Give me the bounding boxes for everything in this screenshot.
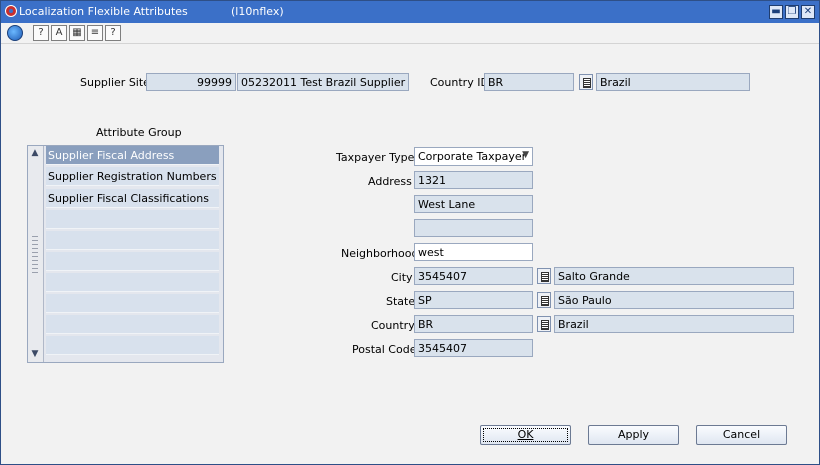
state-name-field: São Paulo: [554, 291, 794, 309]
chevron-down-icon: ▼: [522, 150, 529, 160]
taxpayer-type-value: Corporate Taxpayer: [418, 150, 527, 163]
ok-button-label: OK: [517, 428, 534, 441]
list-item[interactable]: [46, 294, 219, 313]
country-code-lov-icon[interactable]: [537, 316, 551, 332]
list-item[interactable]: Supplier Fiscal Classifications: [46, 189, 219, 208]
calendar-icon[interactable]: ▦: [69, 25, 85, 41]
postal-code-label: Postal Code: [352, 343, 417, 356]
state-label: State: [386, 295, 416, 308]
supplier-site-id-field[interactable]: 99999: [146, 73, 236, 91]
spell-icon[interactable]: A: [51, 25, 67, 41]
list-item[interactable]: [46, 273, 219, 292]
scroll-down-icon[interactable]: ▼: [30, 350, 40, 359]
oracle-app-icon: [5, 5, 17, 17]
attribute-group-title: Attribute Group: [96, 126, 182, 139]
country-name-field: Brazil: [596, 73, 750, 91]
window-code: (l10nflex): [231, 5, 284, 18]
supplier-site-label: Supplier Site: [80, 76, 150, 89]
city-label: City: [391, 271, 413, 284]
state-lov-icon[interactable]: [537, 292, 551, 308]
list-scrollbar[interactable]: ▲ ▼: [28, 146, 44, 362]
title-bar: Localization Flexible Attributes (l10nfl…: [1, 1, 819, 23]
country-code-field[interactable]: BR: [414, 315, 533, 333]
country-id-label: Country ID: [430, 76, 489, 89]
country-label: Country: [371, 319, 415, 332]
address-line-3-field[interactable]: [414, 219, 533, 237]
cancel-button-label: Cancel: [722, 428, 761, 441]
list-item[interactable]: [46, 210, 219, 229]
ok-button[interactable]: OK: [480, 425, 571, 445]
apply-button-label: Apply: [617, 428, 650, 441]
taxpayer-type-label: Taxpayer Type: [336, 151, 415, 164]
city-lov-icon[interactable]: [537, 268, 551, 284]
apply-button[interactable]: Apply: [588, 425, 679, 445]
city-name-field: Salto Grande: [554, 267, 794, 285]
supplier-site-name-field: 05232011 Test Brazil Supplier: [237, 73, 409, 91]
state-code-field[interactable]: SP: [414, 291, 533, 309]
list-item[interactable]: [46, 315, 219, 334]
scroll-up-icon[interactable]: ▲: [30, 149, 40, 158]
address-line-2-field[interactable]: West Lane: [414, 195, 533, 213]
toolbar: ? A ▦ ≡ ?: [1, 23, 819, 44]
country-full-name-field: Brazil: [554, 315, 794, 333]
list-item[interactable]: [46, 231, 219, 250]
list-item[interactable]: Supplier Fiscal Address: [46, 146, 219, 165]
minimize-icon[interactable]: ▬: [769, 5, 783, 19]
notes-icon[interactable]: ≡: [87, 25, 103, 41]
globe-icon[interactable]: [7, 25, 23, 41]
list-item[interactable]: [46, 252, 219, 271]
restore-icon[interactable]: ❐: [785, 5, 799, 19]
help-icon[interactable]: ?: [33, 25, 49, 41]
dialog-window: Localization Flexible Attributes (l10nfl…: [0, 0, 820, 465]
question-icon[interactable]: ?: [105, 25, 121, 41]
neighborhood-field[interactable]: west: [414, 243, 533, 261]
close-icon[interactable]: ✕: [801, 5, 815, 19]
postal-code-field[interactable]: 3545407: [414, 339, 533, 357]
address-line-1-field[interactable]: 1321: [414, 171, 533, 189]
scroll-grip[interactable]: [32, 236, 38, 276]
window-title: Localization Flexible Attributes: [19, 5, 188, 18]
list-item[interactable]: [46, 336, 219, 355]
country-id-field[interactable]: BR: [484, 73, 574, 91]
taxpayer-type-select[interactable]: Corporate Taxpayer ▼: [414, 147, 533, 166]
address-label: Address: [368, 175, 412, 188]
country-lov-icon[interactable]: [579, 74, 593, 90]
city-code-field[interactable]: 3545407: [414, 267, 533, 285]
cancel-button[interactable]: Cancel: [696, 425, 787, 445]
list-item[interactable]: Supplier Registration Numbers: [46, 167, 219, 186]
neighborhood-label: Neighborhood: [341, 247, 419, 260]
